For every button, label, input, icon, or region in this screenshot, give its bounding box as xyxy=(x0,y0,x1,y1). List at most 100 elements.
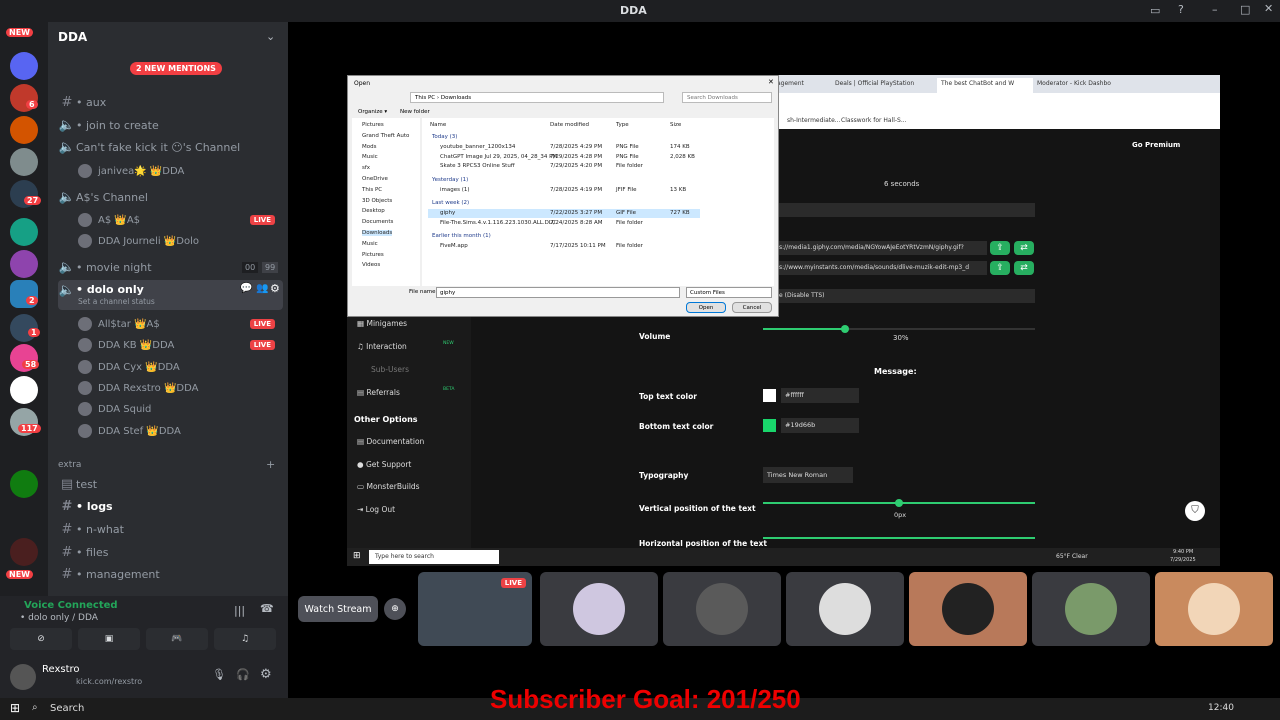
gif-url-input[interactable]: s://media1.giphy.com/media/NGYowAJeEotYR… xyxy=(775,241,987,255)
noise-icon[interactable]: ||| xyxy=(234,604,245,617)
menu-item-sub-users[interactable]: Sub-Users xyxy=(371,365,409,374)
browser-tab[interactable]: agement xyxy=(777,80,804,87)
col-name[interactable]: Name xyxy=(430,122,446,128)
video-tile[interactable] xyxy=(909,572,1027,646)
video-off-button[interactable]: ⊘ xyxy=(10,628,72,650)
voice-user[interactable]: DDA Squid xyxy=(78,400,283,418)
video-tile[interactable] xyxy=(663,572,781,646)
microphone-icon[interactable]: 🎙 xyxy=(212,668,226,681)
organize-button[interactable]: Organize ▾ xyxy=(358,109,387,115)
col-date[interactable]: Date modified xyxy=(550,122,589,128)
voice-user[interactable]: DDA Journeli 👑Dolo xyxy=(78,232,283,250)
tts-select[interactable]: e (Disable TTS) xyxy=(775,289,1035,303)
channel-as[interactable]: 🔈 A$'s Channel xyxy=(58,187,283,207)
voice-user[interactable]: DDA Cyx 👑DDA xyxy=(78,358,283,376)
activity-button[interactable]: 🎮 xyxy=(146,628,208,650)
file-group-header[interactable]: Today (3) xyxy=(432,134,457,140)
video-tile[interactable] xyxy=(786,572,904,646)
premium-link[interactable]: Go Premium xyxy=(1132,141,1180,149)
maximize-button[interactable]: □ xyxy=(1240,3,1250,16)
nav-item[interactable]: sfx xyxy=(362,165,370,171)
open-button[interactable]: Open xyxy=(686,302,726,313)
address-bar[interactable]: This PC › Downloads xyxy=(410,92,664,103)
sound-url-input[interactable]: s://www.myinstants.com/media/sounds/dliv… xyxy=(775,261,987,275)
chat-icon[interactable]: 💬 xyxy=(240,283,252,294)
voice-user[interactable]: DDA KB 👑DDA LIVE xyxy=(78,336,283,354)
voice-user[interactable]: janivea🌟 👑DDA xyxy=(78,162,283,180)
channel-dolo-only[interactable]: 🔈 • dolo only Set a channel status 💬 👥 ⚙ xyxy=(58,280,283,310)
inbox-icon[interactable]: ▭ xyxy=(1150,4,1160,17)
search-icon[interactable]: ⌕ xyxy=(32,702,38,713)
help-icon[interactable]: ? xyxy=(1178,3,1184,16)
stream-tile[interactable]: LIVE xyxy=(418,572,532,646)
channel-files[interactable]: # • files xyxy=(58,542,283,562)
menu-item-documentation[interactable]: ▤ Documentation xyxy=(357,437,424,446)
avatar[interactable] xyxy=(10,664,36,690)
menu-item-interaction[interactable]: ♫ Interaction xyxy=(357,342,407,351)
dialog-close-icon[interactable]: ✕ xyxy=(768,78,774,86)
menu-item-support[interactable]: ● Get Support xyxy=(357,460,411,469)
server-icon[interactable] xyxy=(10,52,38,80)
col-type[interactable]: Type xyxy=(616,122,629,128)
nav-item[interactable]: Pictures xyxy=(362,252,384,258)
video-tile[interactable] xyxy=(540,572,658,646)
nav-item[interactable]: Desktop xyxy=(362,208,385,214)
nav-item[interactable]: Mods xyxy=(362,144,376,150)
nav-item[interactable]: Grand Theft Auto xyxy=(362,133,409,139)
voice-user[interactable]: A$ 👑A$ LIVE xyxy=(78,211,283,229)
nav-item[interactable]: Music xyxy=(362,154,378,160)
server-icon[interactable] xyxy=(10,538,38,566)
soundboard-button[interactable]: ♫ xyxy=(214,628,276,650)
nav-item[interactable]: OneDrive xyxy=(362,176,388,182)
channel-aux[interactable]: # • aux xyxy=(58,92,283,112)
voice-user[interactable]: All$tar 👑A$ LIVE xyxy=(78,315,283,333)
nav-item[interactable]: Documents xyxy=(362,219,393,225)
bottom-color-swatch[interactable] xyxy=(763,419,776,432)
search-downloads[interactable]: Search Downloads xyxy=(682,92,772,103)
clock-time[interactable]: 9:40 PM xyxy=(1173,549,1193,555)
menu-item-referrals[interactable]: ▤ Referrals xyxy=(357,388,400,397)
filename-input[interactable]: giphy xyxy=(436,287,680,298)
server-icon[interactable] xyxy=(10,218,38,246)
server-icon[interactable] xyxy=(10,148,38,176)
add-member-icon[interactable]: 👥 xyxy=(256,283,268,294)
voice-user[interactable]: DDA Stef 👑DDA xyxy=(78,422,283,440)
browser-tab-active[interactable]: The best ChatBot and W xyxy=(937,78,1033,93)
windows-icon[interactable]: ⊞ xyxy=(10,701,20,715)
hpos-track[interactable] xyxy=(763,537,1035,539)
chevron-down-icon[interactable]: ⌄ xyxy=(266,30,275,43)
upload-icon[interactable]: ⇪ xyxy=(990,241,1010,255)
channel-logs[interactable]: # • logs xyxy=(58,496,283,516)
channel-cant-fake[interactable]: 🔈 Can't fake kick it 😶's Channel xyxy=(58,137,283,157)
new-mentions-badge[interactable]: 2 NEW MENTIONS xyxy=(130,62,222,75)
channel-join-to-create[interactable]: 🔈 • join to create xyxy=(58,115,283,135)
browser-tab[interactable]: Moderator - Kick Dashbo xyxy=(1037,80,1111,87)
channel-n-what[interactable]: # • n-what xyxy=(58,519,283,539)
taskbar-search[interactable]: Type here to search xyxy=(369,550,499,564)
file-group-header[interactable]: Yesterday (1) xyxy=(432,177,468,183)
volume-slider-handle[interactable] xyxy=(840,325,849,333)
server-icon[interactable] xyxy=(10,250,38,278)
file-group-header[interactable]: Last week (2) xyxy=(432,200,469,206)
col-size[interactable]: Size xyxy=(670,122,681,128)
breadcrumb[interactable]: Downloads xyxy=(441,95,471,101)
vpos-slider-handle[interactable] xyxy=(895,499,903,507)
file-group-header[interactable]: Earlier this month (1) xyxy=(432,233,491,239)
channel-status[interactable]: Set a channel status xyxy=(78,297,155,306)
voice-user[interactable]: DDA Rexstro 👑DDA xyxy=(78,379,283,397)
channel-movie-night[interactable]: 🔈 • movie night 00 99 xyxy=(58,257,283,277)
upload-icon[interactable]: ⇪ xyxy=(990,261,1010,275)
menu-item-monsterbuilds[interactable]: ▭ MonsterBuilds xyxy=(357,482,420,491)
video-tile[interactable] xyxy=(1032,572,1150,646)
link-icon[interactable]: ⇄ xyxy=(1014,261,1034,275)
cancel-button[interactable]: Cancel xyxy=(732,302,772,313)
taskbar-search[interactable]: Search xyxy=(50,703,84,714)
new-folder-button[interactable]: New folder xyxy=(400,109,430,115)
add-channel-icon[interactable]: + xyxy=(266,458,275,471)
typography-select[interactable]: Times New Roman xyxy=(763,467,853,483)
username[interactable]: Rexstro xyxy=(42,664,80,675)
file-type-select[interactable]: Custom Files xyxy=(686,287,772,298)
minimize-button[interactable]: – xyxy=(1212,3,1218,16)
clock[interactable]: 12:40 xyxy=(1208,703,1234,713)
top-color-swatch[interactable] xyxy=(763,389,776,402)
